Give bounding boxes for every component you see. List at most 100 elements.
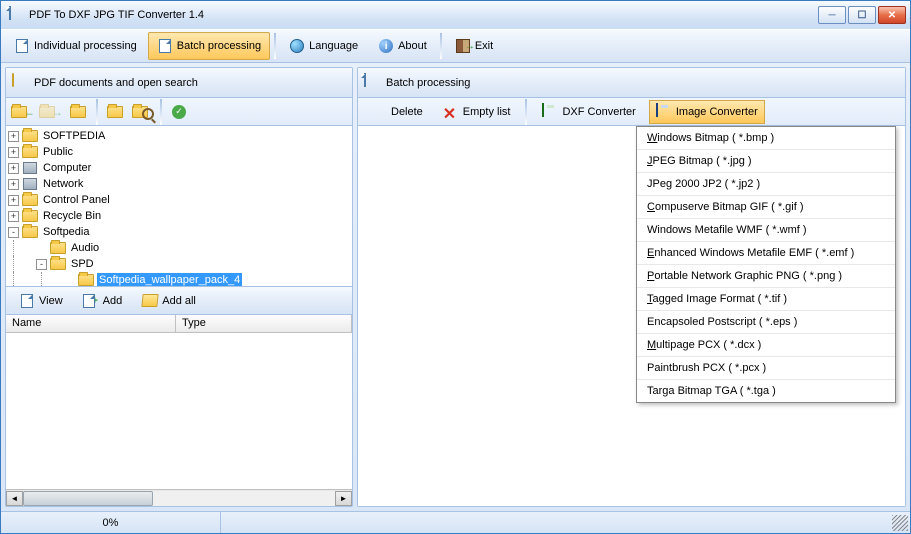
format-menu-item[interactable]: Targa Bitmap TGA ( *.tga ) (637, 380, 895, 402)
file-list[interactable] (6, 333, 352, 489)
view-button[interactable]: View (10, 289, 72, 313)
tree-label[interactable]: Softpedia (41, 225, 91, 239)
minimize-button[interactable]: ─ (818, 6, 846, 24)
batch-processing-button[interactable]: Batch processing (148, 32, 270, 60)
tree-item[interactable]: + Recycle Bin (8, 208, 350, 224)
delete-label: Delete (391, 106, 423, 118)
separator (525, 99, 527, 125)
add-all-label: Add all (162, 295, 196, 307)
tree-label[interactable]: Softpedia_wallpaper_pack_4 (97, 273, 242, 287)
tree-toggle[interactable]: + (8, 179, 19, 190)
tree-label[interactable]: Public (41, 145, 75, 159)
format-menu-item[interactable]: JPeg 2000 JP2 ( *.jp2 ) (637, 173, 895, 196)
maximize-button[interactable]: ☐ (848, 6, 876, 24)
close-button[interactable]: ✕ (878, 6, 906, 24)
add-label: Add (103, 295, 123, 307)
tree-toggle[interactable]: + (8, 195, 19, 206)
tree-item[interactable]: + Public (8, 144, 350, 160)
empty-list-button[interactable]: ✕ Empty list (436, 100, 518, 124)
format-menu-item[interactable]: Tagged Image Format ( *.tif ) (637, 288, 895, 311)
main-toolbar: Individual processing Batch processing L… (1, 29, 910, 63)
folder-tree[interactable]: + SOFTPEDIA + Public + Computer + Network + Contr… (6, 126, 352, 287)
format-menu-item[interactable]: Windows Metafile WMF ( *.wmf ) (637, 219, 895, 242)
format-menu-item[interactable]: Encapsoled Postscript ( *.eps ) (637, 311, 895, 334)
tree-label[interactable]: Recycle Bin (41, 209, 103, 223)
page-icon (14, 38, 30, 54)
folder-forward-button[interactable]: → (38, 100, 64, 124)
tree-label[interactable]: SPD (69, 257, 96, 271)
batch-list-area[interactable]: Windows Bitmap ( *.bmp )JPEG Bitmap ( *.… (358, 126, 905, 506)
folder-open-icon (12, 74, 30, 92)
tree-item[interactable]: - SPD (8, 256, 350, 272)
separator (440, 33, 442, 59)
format-menu-item[interactable]: Portable Network Graphic PNG ( *.png ) (637, 265, 895, 288)
format-menu-item[interactable]: Compuserve Bitmap GIF ( *.gif ) (637, 196, 895, 219)
format-menu-item[interactable]: JPEG Bitmap ( *.jpg ) (637, 150, 895, 173)
tree-item[interactable]: Softpedia_wallpaper_pack_4 (8, 272, 350, 287)
right-header-label: Batch processing (386, 77, 470, 89)
exit-button[interactable]: Exit (446, 32, 502, 60)
tree-toggle[interactable]: + (8, 147, 19, 158)
about-button[interactable]: i About (369, 32, 436, 60)
progress-cell: 0% (1, 512, 221, 533)
tree-toggle[interactable]: + (8, 163, 19, 174)
add-button[interactable]: + Add (74, 289, 132, 313)
image-format-menu: Windows Bitmap ( *.bmp )JPEG Bitmap ( *.… (636, 126, 896, 403)
view-label: View (39, 295, 63, 307)
format-menu-item[interactable]: Paintbrush PCX ( *.pcx ) (637, 357, 895, 380)
computer-icon (22, 161, 38, 175)
separator (96, 99, 98, 125)
tree-item[interactable]: + Control Panel (8, 192, 350, 208)
add-all-button[interactable]: Add all (133, 289, 205, 313)
titlebar[interactable]: PDF To DXF JPG TIF Converter 1.4 ─ ☐ ✕ (1, 1, 910, 29)
content-area: PDF documents and open search ← → ↑ ✓ + S… (1, 63, 910, 511)
folder-icon (22, 129, 38, 143)
folder-icon (22, 193, 38, 207)
tree-toggle[interactable]: + (8, 211, 19, 222)
statusbar: 0% (1, 511, 910, 533)
tree-toggle[interactable]: - (8, 227, 19, 238)
scroll-track[interactable] (23, 491, 335, 506)
separator (160, 99, 162, 125)
folder-back-button[interactable]: ← (10, 100, 36, 124)
resize-grip[interactable] (892, 515, 908, 531)
scroll-right-button[interactable]: ► (335, 491, 352, 506)
folder-search-button[interactable] (130, 100, 156, 124)
tree-label[interactable]: SOFTPEDIA (41, 129, 107, 143)
app-window: PDF To DXF JPG TIF Converter 1.4 ─ ☐ ✕ I… (0, 0, 911, 534)
folder-refresh-button[interactable] (102, 100, 128, 124)
horizontal-scrollbar[interactable]: ◄ ► (6, 489, 352, 506)
tree-item[interactable]: - Softpedia (8, 224, 350, 240)
tree-item[interactable]: + Network (8, 176, 350, 192)
exit-icon (455, 38, 471, 54)
image-converter-button[interactable]: Image Converter (649, 100, 765, 124)
folder-up-button[interactable]: ↑ (66, 100, 92, 124)
tree-item[interactable]: + SOFTPEDIA (8, 128, 350, 144)
tree-item[interactable]: + Computer (8, 160, 350, 176)
scroll-thumb[interactable] (23, 491, 153, 506)
info-icon: i (378, 38, 394, 54)
folder-toolbar: ← → ↑ ✓ (6, 98, 352, 126)
tree-label[interactable]: Audio (69, 241, 101, 255)
tree-toggle[interactable]: + (8, 131, 19, 142)
format-menu-item[interactable]: Windows Bitmap ( *.bmp ) (637, 127, 895, 150)
tree-label[interactable]: Computer (41, 161, 93, 175)
delete-button[interactable]: Delete (364, 100, 430, 124)
dxf-converter-button[interactable]: DXF Converter (535, 100, 642, 124)
format-menu-item[interactable]: Enhanced Windows Metafile EMF ( *.emf ) (637, 242, 895, 265)
tree-toggle[interactable]: - (36, 259, 47, 270)
pages-icon (157, 38, 173, 54)
language-button[interactable]: Language (280, 32, 367, 60)
left-panel-header: PDF documents and open search (6, 68, 352, 98)
file-toolbar: View + Add Add all (6, 287, 352, 315)
right-panel: Batch processing Delete ✕ Empty list DXF… (357, 67, 906, 507)
scroll-left-button[interactable]: ◄ (6, 491, 23, 506)
tree-item[interactable]: Audio (8, 240, 350, 256)
col-type[interactable]: Type (176, 315, 352, 332)
format-menu-item[interactable]: Multipage PCX ( *.dcx ) (637, 334, 895, 357)
individual-processing-button[interactable]: Individual processing (5, 32, 146, 60)
tree-label[interactable]: Network (41, 177, 85, 191)
tree-label[interactable]: Control Panel (41, 193, 112, 207)
folder-ok-button[interactable]: ✓ (166, 100, 192, 124)
col-name[interactable]: Name (6, 315, 176, 332)
